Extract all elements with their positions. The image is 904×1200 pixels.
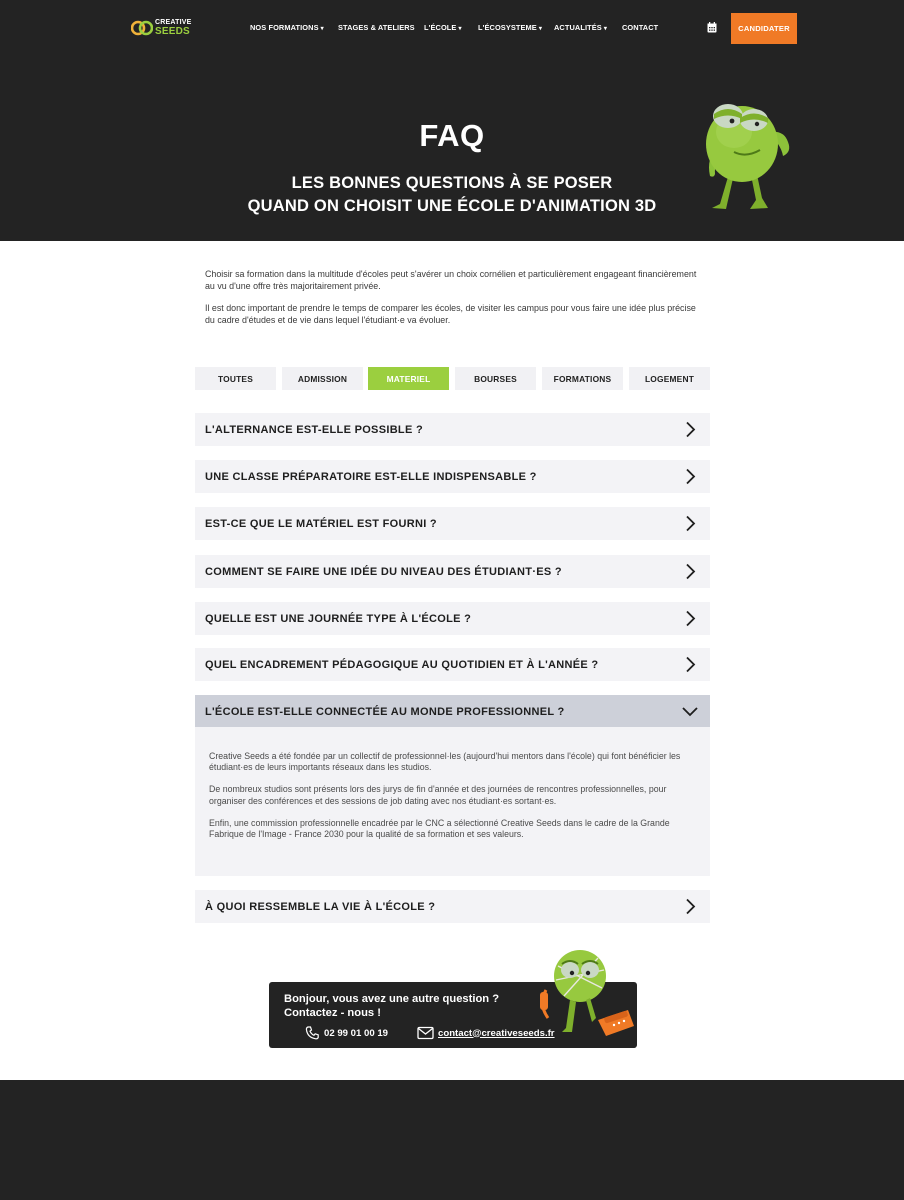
faq-question: L'ALTERNANCE EST-ELLE POSSIBLE ? — [205, 423, 423, 436]
faq-item[interactable]: QUELLE EST UNE JOURNÉE TYPE À L'ÉCOLE ? — [195, 602, 710, 635]
faq-answer: Creative Seeds a été fondée par un colle… — [195, 727, 710, 876]
faq-answer-paragraph-2: De nombreux studios sont présents lors d… — [209, 784, 667, 806]
faq-question: COMMENT SE FAIRE UNE IDÉE DU NIVEAU DES … — [205, 565, 562, 578]
chevron-right-icon — [686, 898, 696, 915]
nav-item-stages-ateliers[interactable]: STAGES & ATELIERS — [338, 23, 415, 35]
chevron-down-icon: ▾ — [538, 26, 542, 32]
nav-item-contact[interactable]: CONTACT — [622, 23, 658, 35]
faq-item[interactable]: QUEL ENCADREMENT PÉDAGOGIQUE AU QUOTIDIE… — [195, 648, 710, 681]
chevron-right-icon — [686, 421, 696, 438]
tab-materiel[interactable]: MATERIEL — [368, 367, 449, 390]
nav-item-l-ecosysteme[interactable]: L'ÉCOSYSTEME ▾ — [478, 23, 542, 35]
faq-item[interactable]: À QUOI RESSEMBLE LA VIE À L'ÉCOLE ? — [195, 890, 710, 923]
chevron-right-icon — [686, 468, 696, 485]
tab-toutes[interactable]: TOUTES — [195, 367, 276, 390]
chevron-down-icon: ▾ — [603, 26, 607, 32]
nav-item-label: ACTUALITÉS — [554, 23, 602, 32]
phone-icon — [305, 1026, 319, 1040]
faq-question: EST-CE QUE LE MATÉRIEL EST FOURNI ? — [205, 517, 437, 530]
nav-item-label: CONTACT — [622, 23, 659, 32]
faq-item-open[interactable]: L'ÉCOLE EST-ELLE CONNECTÉE AU MONDE PROF… — [195, 695, 710, 728]
contact-message-line-2: Contactez - nous ! — [284, 1007, 381, 1019]
tab-formations[interactable]: FORMATIONS — [542, 367, 623, 390]
nav-item-label: NOS FORMATIONS — [250, 23, 319, 32]
faq-item[interactable]: UNE CLASSE PRÉPARATOIRE EST-ELLE INDISPE… — [195, 460, 710, 493]
intro-paragraph-1: Choisir sa formation dans la multitude d… — [205, 269, 697, 291]
faq-item[interactable]: EST-CE QUE LE MATÉRIEL EST FOURNI ? — [195, 507, 710, 540]
contact-message: Bonjour, vous avez une autre question ? … — [284, 992, 544, 1020]
nav-item-label: L'ÉCOSYSTEME — [478, 23, 537, 32]
faq-item[interactable]: COMMENT SE FAIRE UNE IDÉE DU NIVEAU DES … — [195, 555, 710, 588]
tab-bourses[interactable]: BOURSES — [455, 367, 536, 390]
faq-answer-paragraph-3: Enfin, une commission professionnelle en… — [209, 817, 670, 840]
envelope-icon — [417, 1026, 434, 1040]
nav-item-actualites[interactable]: ACTUALITÉS ▾ — [554, 23, 607, 35]
faq-answer-paragraph-1: Creative Seeds a été fondée par un colle… — [209, 751, 681, 773]
logo-word-seeds: SEEDS — [155, 26, 190, 37]
faq-question: L'ÉCOLE EST-ELLE CONNECTÉE AU MONDE PROF… — [205, 705, 565, 718]
calendar-icon[interactable] — [707, 22, 717, 33]
chevron-down-icon: ▾ — [320, 26, 324, 32]
contact-message-line-1: Bonjour, vous avez une autre question ? — [284, 993, 500, 1005]
chevron-right-icon — [686, 563, 696, 580]
nav-item-l-ecole[interactable]: L'ÉCOLE ▾ — [424, 23, 462, 35]
chevron-right-icon — [686, 515, 696, 532]
chevron-down-icon: ▾ — [458, 26, 462, 32]
main-nav: CREATIVE SEEDS NOS FORMATIONS ▾ STAGES & … — [0, 0, 904, 56]
contact-phone-number: 02 99 01 00 19 — [324, 1027, 389, 1039]
faq-question: UNE CLASSE PRÉPARATOIRE EST-ELLE INDISPE… — [205, 470, 537, 483]
mascot-with-phone-illustration — [540, 950, 634, 1036]
creative-seeds-logo[interactable]: CREATIVE SEEDS — [131, 18, 191, 38]
contact-phone-link[interactable]: 02 99 01 00 19 — [305, 1026, 388, 1040]
intro-text: Choisir sa formation dans la multitude d… — [205, 269, 705, 326]
nav-item-label: L'ÉCOLE — [424, 23, 457, 32]
page-footer — [0, 1080, 904, 1200]
nav-item-label: STAGES & ATELIERS — [338, 23, 415, 32]
logo-word-creative: CREATIVE — [155, 19, 192, 26]
tab-admission[interactable]: ADMISSION — [282, 367, 363, 390]
faq-question: QUEL ENCADREMENT PÉDAGOGIQUE AU QUOTIDIE… — [205, 658, 599, 671]
candidater-button[interactable]: CANDIDATER — [731, 13, 797, 44]
faq-filter-tabs: TOUTES ADMISSION MATERIEL BOURSES FORMAT… — [195, 367, 710, 390]
tab-logement[interactable]: LOGEMENT — [629, 367, 710, 390]
chevron-down-icon — [682, 707, 698, 717]
hero-header: CREATIVE SEEDS NOS FORMATIONS ▾ STAGES & … — [0, 0, 904, 241]
logo-mark-icon — [131, 20, 153, 36]
chevron-right-icon — [686, 610, 696, 627]
intro-paragraph-2: Il est donc important de prendre le temp… — [205, 303, 696, 325]
faq-item[interactable]: L'ALTERNANCE EST-ELLE POSSIBLE ? — [195, 413, 710, 446]
green-mascot-illustration — [706, 104, 790, 209]
nav-item-nos-formations[interactable]: NOS FORMATIONS ▾ — [250, 23, 324, 35]
chevron-right-icon — [686, 656, 696, 673]
faq-question: QUELLE EST UNE JOURNÉE TYPE À L'ÉCOLE ? — [205, 612, 472, 625]
faq-question: À QUOI RESSEMBLE LA VIE À L'ÉCOLE ? — [205, 900, 436, 913]
